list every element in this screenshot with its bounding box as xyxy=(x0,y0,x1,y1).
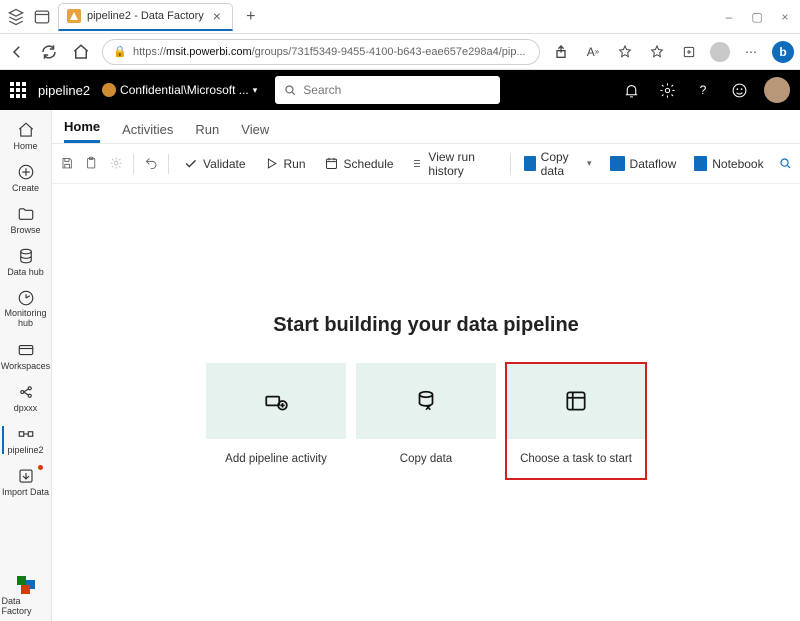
tab-title: pipeline2 - Data Factory xyxy=(87,10,204,22)
user-avatar[interactable] xyxy=(764,77,790,103)
schedule-button[interactable]: Schedule xyxy=(320,154,398,173)
settings-icon[interactable] xyxy=(656,79,678,101)
read-aloud-icon[interactable]: A» xyxy=(582,41,604,63)
help-icon[interactable]: ? xyxy=(692,79,714,101)
card-label: Copy data xyxy=(400,439,452,479)
tab-run[interactable]: Run xyxy=(195,122,219,143)
card-label: Choose a task to start xyxy=(520,439,632,479)
collections-icon[interactable] xyxy=(678,41,700,63)
window-maximize-button[interactable]: ▢ xyxy=(748,10,766,24)
left-rail: Home Create Browse Data hub Monitoring h… xyxy=(0,110,52,621)
rail-label: Data Factory xyxy=(2,596,50,616)
feedback-icon[interactable] xyxy=(728,79,750,101)
lock-icon: 🔒 xyxy=(113,45,127,58)
pipeline-canvas: Start building your data pipeline Add pi… xyxy=(52,184,800,621)
run-button[interactable]: Run xyxy=(260,154,310,173)
tab-home[interactable]: Home xyxy=(64,119,100,143)
home-button[interactable] xyxy=(70,41,92,63)
save-icon[interactable] xyxy=(60,155,74,173)
shield-icon xyxy=(102,83,116,97)
rail-item-create[interactable]: Create xyxy=(2,158,50,198)
bing-icon[interactable]: b xyxy=(772,41,794,63)
browser-workspace-icon[interactable] xyxy=(32,7,52,27)
find-icon[interactable] xyxy=(778,155,792,173)
rail-item-datafactory[interactable]: Data Factory xyxy=(2,571,50,621)
url-host: msit.powerbi.com xyxy=(166,46,252,58)
rail-item-importdata[interactable]: Import Data xyxy=(2,462,50,502)
search-input[interactable] xyxy=(303,83,492,97)
favorites-icon[interactable] xyxy=(646,41,668,63)
dataflow-icon xyxy=(610,156,625,171)
rail-item-datahub[interactable]: Data hub xyxy=(2,242,50,282)
profile-avatar[interactable] xyxy=(710,42,730,62)
rail-label: Home xyxy=(13,141,37,151)
app-launcher-icon[interactable] xyxy=(10,82,26,98)
rail-item-monitoring[interactable]: Monitoring hub xyxy=(2,284,50,334)
card-label: Add pipeline activity xyxy=(225,439,327,479)
search-icon xyxy=(283,83,297,97)
rail-label: Browse xyxy=(10,225,40,235)
rail-label: Import Data xyxy=(2,487,49,497)
canvas-heading: Start building your data pipeline xyxy=(273,314,579,337)
more-icon[interactable]: ⋯ xyxy=(740,41,762,63)
toolbar: Validate Run Schedule View run history C… xyxy=(52,144,800,184)
choose-task-icon xyxy=(563,388,589,414)
rail-item-home[interactable]: Home xyxy=(2,116,50,156)
rail-item-pipeline2[interactable]: pipeline2 xyxy=(2,420,50,460)
database-icon xyxy=(524,156,535,171)
refresh-button[interactable] xyxy=(38,41,60,63)
rail-label: Create xyxy=(12,183,39,193)
new-tab-button[interactable]: + xyxy=(239,5,263,29)
sensitivity-label[interactable]: Confidential\Microsoft ... ▾ xyxy=(102,83,257,97)
pipeline-activity-icon xyxy=(263,388,289,414)
tab-favicon xyxy=(67,9,81,23)
notebook-button[interactable]: Notebook xyxy=(690,154,767,173)
tab-view[interactable]: View xyxy=(241,122,269,143)
close-icon[interactable]: × xyxy=(210,9,224,23)
chevron-down-icon: ▾ xyxy=(253,85,258,96)
data-factory-icon xyxy=(17,576,35,594)
copy-data-icon xyxy=(413,388,439,414)
card-add-activity[interactable]: Add pipeline activity xyxy=(206,363,346,479)
copy-data-button[interactable]: Copy data▾ xyxy=(520,148,595,180)
back-button[interactable] xyxy=(6,41,28,63)
rail-label: Monitoring hub xyxy=(2,309,50,329)
rail-item-workspaces[interactable]: Workspaces xyxy=(2,336,50,376)
rail-label: Workspaces xyxy=(1,361,50,371)
browser-tabs-icon[interactable] xyxy=(6,7,26,27)
rail-item-browse[interactable]: Browse xyxy=(2,200,50,240)
badge-icon xyxy=(38,465,43,470)
ribbon-tabs: Home Activities Run View xyxy=(52,110,800,144)
notebook-icon xyxy=(694,156,707,171)
settings-gear-icon[interactable] xyxy=(109,155,123,173)
rail-label: pipeline2 xyxy=(7,445,43,455)
window-minimize-button[interactable]: – xyxy=(720,10,738,24)
chevron-down-icon: ▾ xyxy=(587,158,592,169)
browser-tab[interactable]: pipeline2 - Data Factory × xyxy=(58,3,233,31)
paste-icon[interactable] xyxy=(84,155,98,173)
tab-activities[interactable]: Activities xyxy=(122,122,173,143)
rail-label: dpxxx xyxy=(14,403,38,413)
address-bar[interactable]: 🔒 https://msit.powerbi.com/groups/731f53… xyxy=(102,39,540,65)
share-icon[interactable] xyxy=(550,41,572,63)
undo-icon[interactable] xyxy=(144,155,158,173)
url-path: /groups/731f5349-9455-4100-b643-eae657e2… xyxy=(252,46,526,58)
notifications-icon[interactable] xyxy=(620,79,642,101)
sensitivity-text: Confidential\Microsoft ... xyxy=(120,83,249,97)
window-close-button[interactable]: × xyxy=(776,10,794,24)
favorite-add-icon[interactable] xyxy=(614,41,636,63)
rail-item-dpxxx[interactable]: dpxxx xyxy=(2,378,50,418)
view-run-history-button[interactable]: View run history xyxy=(408,148,500,180)
search-box[interactable] xyxy=(275,76,500,104)
rail-label: Data hub xyxy=(7,267,44,277)
card-copy-data[interactable]: Copy data xyxy=(356,363,496,479)
dataflow-button[interactable]: Dataflow xyxy=(606,154,681,173)
card-choose-task[interactable]: Choose a task to start xyxy=(506,363,646,479)
page-title: pipeline2 xyxy=(38,83,90,98)
validate-button[interactable]: Validate xyxy=(179,154,249,173)
